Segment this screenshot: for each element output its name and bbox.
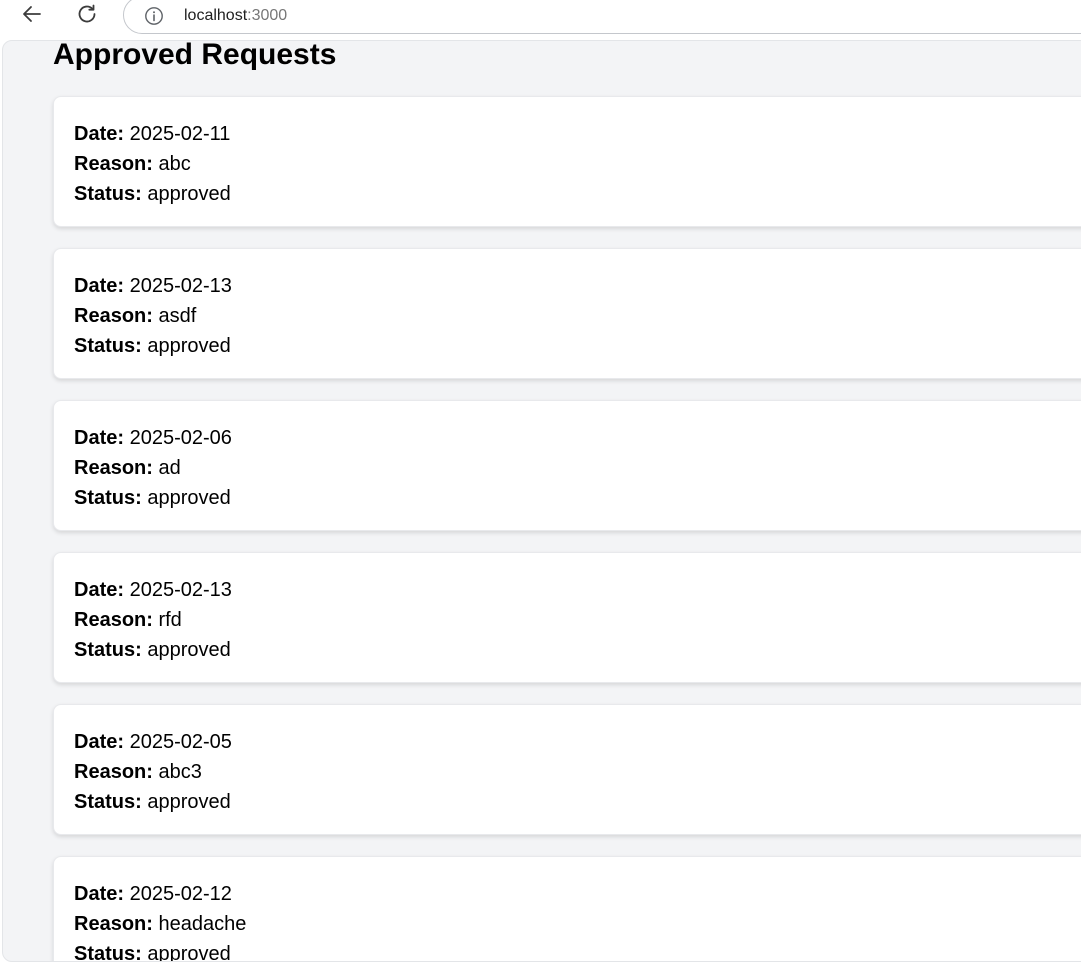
- request-status-row: Status: approved: [74, 483, 1081, 513]
- request-reason-row: Reason: rfd: [74, 605, 1081, 635]
- request-list: Date: 2025-02-11 Reason: abc Status: app…: [53, 96, 1081, 962]
- date-label: Date:: [74, 427, 125, 449]
- request-date-row: Date: 2025-02-05: [74, 727, 1081, 757]
- request-date: 2025-02-06: [129, 427, 232, 449]
- request-reason-row: Reason: abc: [74, 149, 1081, 179]
- request-card: Date: 2025-02-11 Reason: abc Status: app…: [53, 96, 1081, 227]
- request-reason-row: Reason: ad: [74, 453, 1081, 483]
- status-label: Status:: [74, 639, 142, 661]
- request-date: 2025-02-13: [129, 275, 232, 297]
- date-label: Date:: [74, 123, 125, 145]
- address-bar[interactable]: localhost:3000: [123, 0, 1081, 34]
- request-card: Date: 2025-02-12 Reason: headache Status…: [53, 856, 1081, 962]
- request-card: Date: 2025-02-13 Reason: asdf Status: ap…: [53, 248, 1081, 379]
- date-label: Date:: [74, 579, 125, 601]
- request-reason-row: Reason: abc3: [74, 757, 1081, 787]
- request-card: Date: 2025-02-06 Reason: ad Status: appr…: [53, 400, 1081, 531]
- date-label: Date:: [74, 731, 125, 753]
- status-label: Status:: [74, 183, 142, 205]
- request-date-row: Date: 2025-02-11: [74, 119, 1081, 149]
- info-icon[interactable]: [144, 6, 164, 26]
- request-reason: rfd: [158, 609, 182, 631]
- request-status-row: Status: approved: [74, 331, 1081, 361]
- request-reason-row: Reason: headache: [74, 909, 1081, 939]
- request-reason: asdf: [158, 305, 197, 327]
- page-viewport: Approved Requests Date: 2025-02-11 Reaso…: [0, 34, 1081, 967]
- request-reason: abc3: [158, 761, 202, 783]
- reason-label: Reason:: [74, 305, 153, 327]
- arrow-left-icon: [20, 2, 44, 31]
- status-label: Status:: [74, 943, 142, 962]
- url-port: :3000: [247, 7, 288, 24]
- status-label: Status:: [74, 487, 142, 509]
- request-status: approved: [147, 183, 231, 205]
- url-text[interactable]: localhost:3000: [184, 7, 287, 25]
- reason-label: Reason:: [74, 609, 153, 631]
- page-title: Approved Requests: [53, 40, 337, 71]
- reload-icon: [75, 2, 99, 31]
- request-card: Date: 2025-02-13 Reason: rfd Status: app…: [53, 552, 1081, 683]
- reason-label: Reason:: [74, 913, 153, 935]
- request-status-row: Status: approved: [74, 179, 1081, 209]
- request-reason: abc: [158, 153, 191, 175]
- request-reason: ad: [158, 457, 181, 479]
- request-status: approved: [147, 943, 231, 962]
- request-date-row: Date: 2025-02-12: [74, 879, 1081, 909]
- reason-label: Reason:: [74, 153, 153, 175]
- request-reason: headache: [158, 913, 247, 935]
- request-status: approved: [147, 639, 231, 661]
- request-date: 2025-02-13: [129, 579, 232, 601]
- reason-label: Reason:: [74, 761, 153, 783]
- back-button[interactable]: [18, 2, 46, 30]
- request-date-row: Date: 2025-02-13: [74, 575, 1081, 605]
- request-status-row: Status: approved: [74, 635, 1081, 665]
- request-status: approved: [147, 487, 231, 509]
- requests-panel: Approved Requests Date: 2025-02-11 Reaso…: [2, 40, 1081, 962]
- request-date: 2025-02-05: [129, 731, 232, 753]
- request-reason-row: Reason: asdf: [74, 301, 1081, 331]
- request-date-row: Date: 2025-02-13: [74, 271, 1081, 301]
- request-status: approved: [147, 335, 231, 357]
- request-date: 2025-02-11: [129, 123, 231, 145]
- reason-label: Reason:: [74, 457, 153, 479]
- request-status-row: Status: approved: [74, 787, 1081, 817]
- status-label: Status:: [74, 335, 142, 357]
- date-label: Date:: [74, 883, 125, 905]
- status-label: Status:: [74, 791, 142, 813]
- request-status-row: Status: approved: [74, 939, 1081, 962]
- browser-toolbar: localhost:3000: [0, 0, 1081, 34]
- date-label: Date:: [74, 275, 125, 297]
- request-date-row: Date: 2025-02-06: [74, 423, 1081, 453]
- request-card: Date: 2025-02-05 Reason: abc3 Status: ap…: [53, 704, 1081, 835]
- request-status: approved: [147, 791, 231, 813]
- request-date: 2025-02-12: [129, 883, 232, 905]
- reload-button[interactable]: [73, 2, 101, 30]
- url-host: localhost: [184, 7, 248, 24]
